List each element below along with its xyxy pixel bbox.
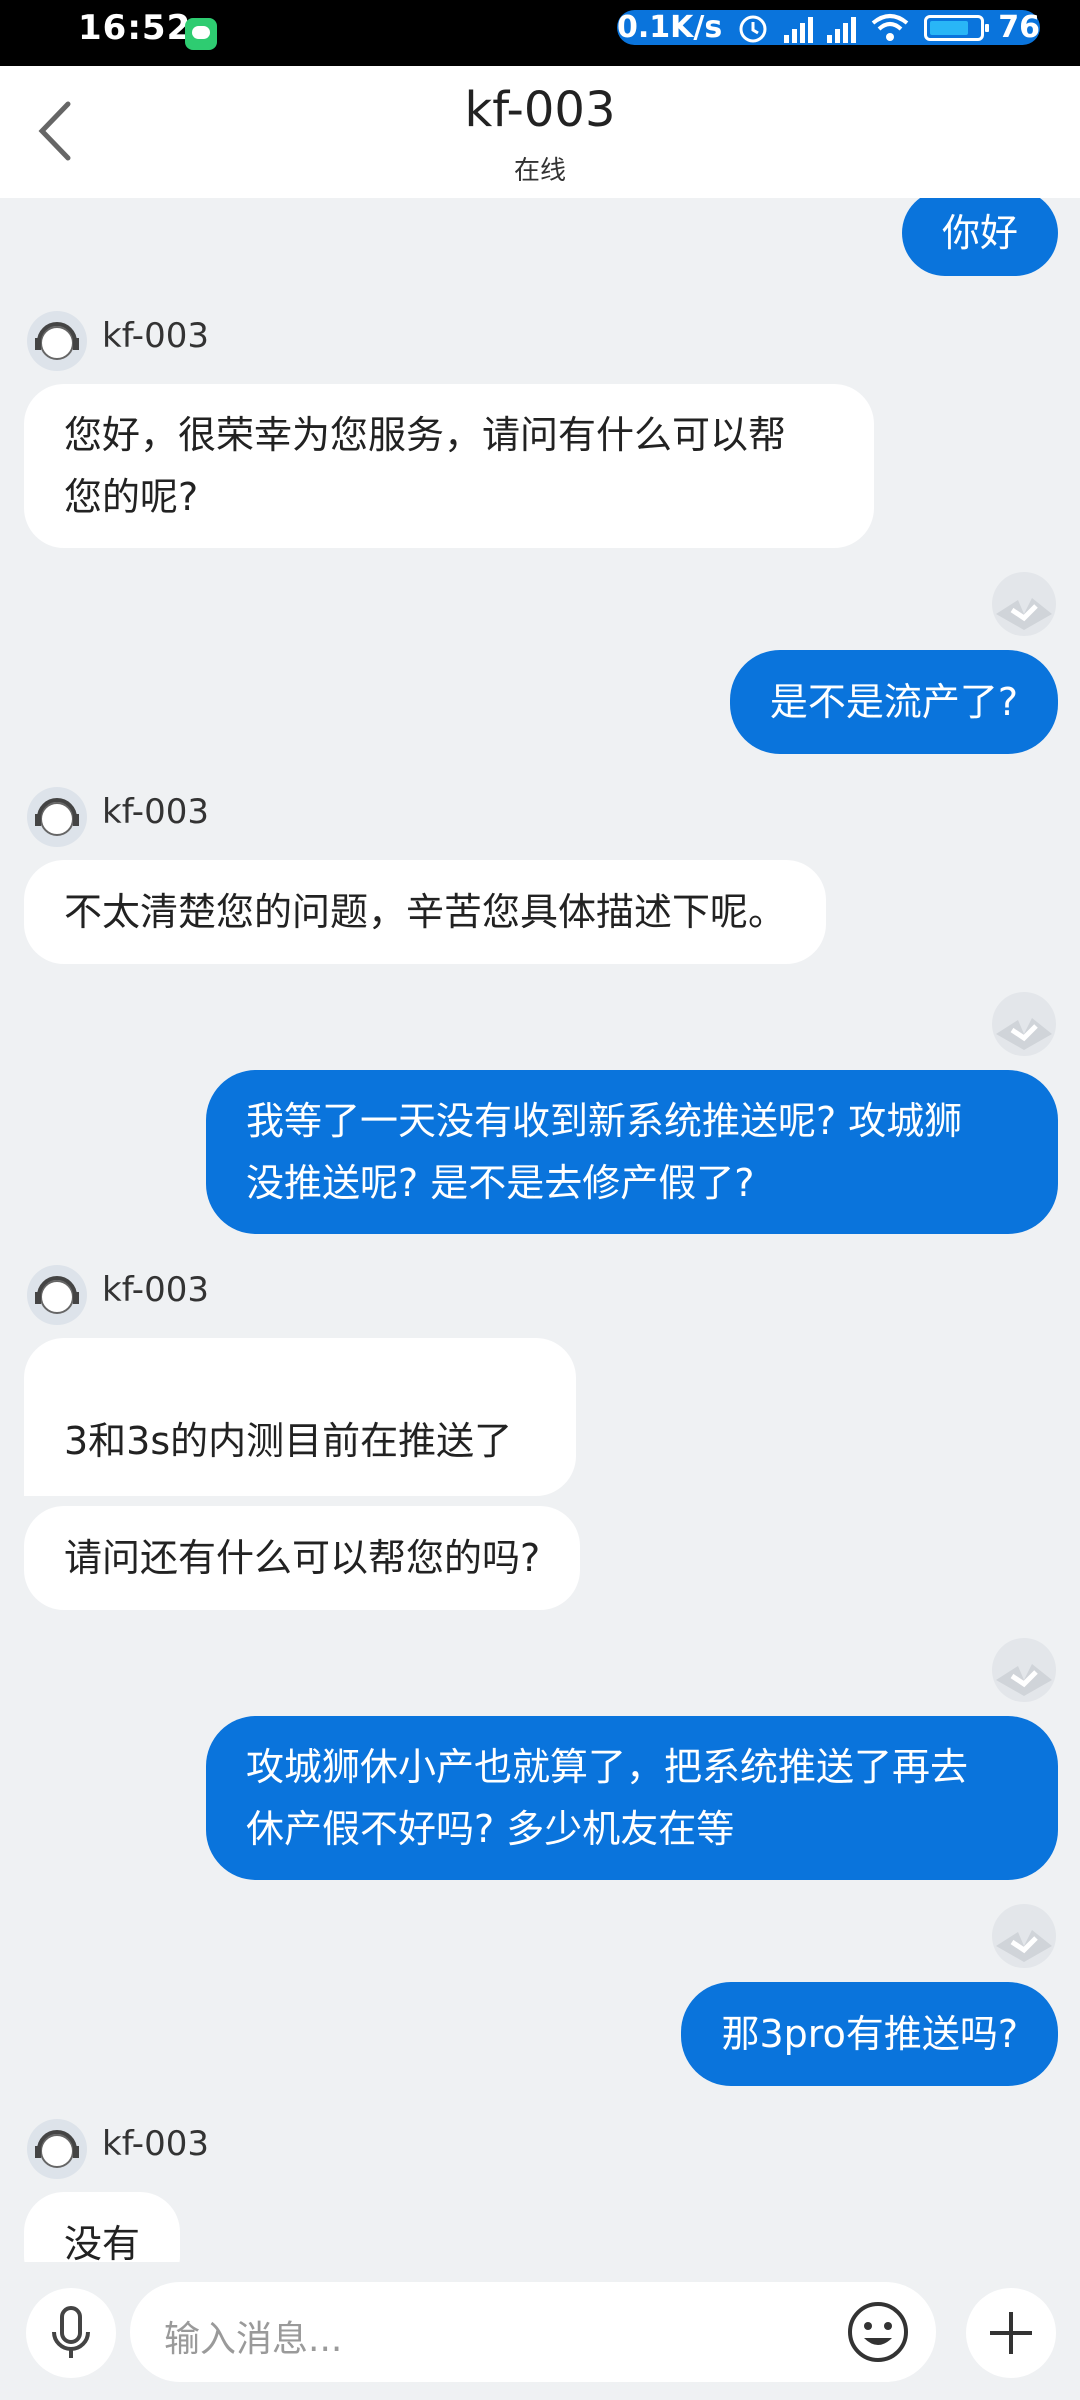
chat-header: kf-003 在线: [0, 66, 1080, 198]
agent-avatar[interactable]: [26, 786, 88, 848]
online-status: 在线: [513, 156, 566, 186]
battery-icon: [924, 14, 990, 41]
message-notification-icon: [185, 18, 217, 50]
mic-icon: [52, 2306, 90, 2358]
message-text: 请问还有什么可以帮您的吗?: [64, 1536, 541, 1580]
user-avatar[interactable]: [990, 990, 1058, 1058]
message-text: 您的呢?: [64, 475, 199, 519]
plus-icon: [990, 2312, 1032, 2354]
message-bubble-incoming[interactable]: 没有: [24, 2192, 181, 2262]
message-bubble-incoming[interactable]: 请问还有什么可以帮您的吗?: [24, 1506, 581, 1610]
message-text: 你好: [941, 211, 1018, 255]
agent-avatar[interactable]: [26, 2118, 88, 2180]
agent-name: kf-003: [102, 792, 209, 832]
message-text: 攻城狮休小产也就算了，把系统推送了再去: [246, 1745, 969, 1789]
user-avatar[interactable]: [990, 1902, 1058, 1970]
network-speed: 0.1K/s: [617, 10, 723, 45]
message-text: 没有: [64, 2222, 141, 2262]
status-time: 16:52: [78, 8, 192, 48]
input-bar: 输入消息...: [0, 2262, 1080, 2400]
agent-name: kf-003: [102, 1270, 209, 1310]
user-avatar[interactable]: [990, 570, 1058, 638]
message-text: 那3pro有推送吗?: [721, 2012, 1018, 2056]
page-title: kf-003: [464, 82, 616, 138]
message-bubble-outgoing[interactable]: 那3pro有推送吗?: [681, 1982, 1058, 2086]
message-text: 没推送呢? 是不是去修产假了?: [246, 1161, 755, 1205]
user-avatar[interactable]: [990, 1636, 1058, 1704]
message-bubble-incoming[interactable]: 您好，很荣幸为您服务，请问有什么可以帮 您的呢?: [24, 384, 874, 548]
message-text: 是不是流产了?: [769, 680, 1018, 724]
message-text: 不太清楚您的问题，辛苦您具体描述下呢。: [64, 890, 787, 934]
message-bubble-outgoing[interactable]: 你好: [901, 198, 1058, 276]
alarm-icon: [739, 15, 767, 42]
message-input[interactable]: 输入消息...: [130, 2282, 936, 2382]
message-bubble-outgoing[interactable]: 是不是流产了?: [729, 650, 1058, 754]
chat-list[interactable]: 你好 kf-003 您好，很荣幸为您服务，请问有什么可以帮 您的呢? 是不是流产…: [0, 198, 1080, 2262]
signal-1-icon: [784, 13, 814, 43]
message-bubble-outgoing[interactable]: 攻城狮休小产也就算了，把系统推送了再去 休产假不好吗? 多少机友在等: [206, 1716, 1058, 1880]
agent-avatar[interactable]: [26, 1264, 88, 1326]
voice-button[interactable]: [26, 2288, 116, 2378]
message-bubble-incoming[interactable]: 不太清楚您的问题，辛苦您具体描述下呢。: [24, 860, 827, 964]
message-bubble-incoming[interactable]: 3和3s的内测目前在推送了: [24, 1338, 576, 1496]
status-right: 0.1K/s 76: [617, 10, 1040, 45]
emoji-icon[interactable]: [844, 2298, 912, 2366]
message-text: 休产假不好吗? 多少机友在等: [246, 1807, 735, 1851]
input-placeholder: 输入消息...: [164, 2319, 343, 2360]
plus-button[interactable]: [966, 2288, 1056, 2378]
battery-level: 76: [998, 10, 1040, 45]
signal-2-icon: [827, 13, 857, 43]
agent-name: kf-003: [102, 2124, 209, 2164]
message-text: 您好，很荣幸为您服务，请问有什么可以帮: [64, 413, 787, 457]
message-text: 3和3s的内测目前在推送了: [64, 1419, 513, 1463]
wifi-icon: [871, 13, 909, 41]
message-text: 我等了一天没有收到新系统推送呢? 攻城狮: [246, 1099, 963, 1143]
status-bar: 16:52 0.1K/s 76: [0, 0, 1080, 66]
message-bubble-outgoing[interactable]: 我等了一天没有收到新系统推送呢? 攻城狮 没推送呢? 是不是去修产假了?: [206, 1070, 1058, 1234]
agent-avatar[interactable]: [26, 310, 88, 372]
agent-name: kf-003: [102, 316, 209, 356]
